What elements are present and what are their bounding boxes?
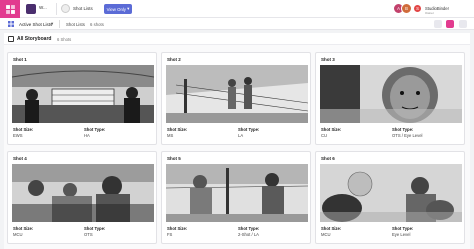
shot-frame-image[interactable] [320, 164, 462, 222]
shot-size-label: Shot Size: [167, 127, 188, 132]
more-icon[interactable] [459, 20, 467, 28]
shot-size-value: EWS [13, 133, 23, 138]
shot-card[interactable]: Shot 2 Shot Size: MS Shot Type: LA [161, 52, 311, 145]
view-only-label: View Only [106, 6, 126, 12]
shot-size-value: CU [321, 133, 328, 138]
app-window: W... Shot Lists View Only ▾ A B S Studio… [0, 0, 474, 249]
shot-card[interactable]: Shot 1 Shot Size: EWS Shot Type: HA [7, 52, 157, 145]
boxer-eye-level-sketch [320, 164, 462, 222]
avatar-initial: B [405, 6, 408, 11]
shot-title: Shot 4 [13, 156, 27, 161]
shot-frame-image[interactable] [12, 65, 154, 123]
boxing-arena-sketch [12, 65, 154, 123]
shot-lists-title[interactable]: Shot Lists [73, 6, 93, 11]
project-name[interactable]: W... [39, 5, 47, 10]
shot-card[interactable]: Shot 3 Shot Size: CU Shot Type: OTS / Ey… [315, 52, 465, 145]
shot-size-value: FS [167, 232, 173, 237]
shot-type-label: Shot Type: [238, 127, 260, 132]
divider [59, 20, 60, 28]
shot-count: 6 shots [90, 21, 104, 27]
avatar-initial: A [397, 6, 400, 11]
shot-size-value: MCU [321, 232, 331, 237]
shot-size-value: MS [167, 133, 174, 138]
shot-size-label: Shot Size: [167, 226, 188, 231]
boxer-closeup-sketch [320, 65, 462, 123]
collaborator-avatar[interactable]: B [401, 3, 412, 14]
chevron-down-icon[interactable]: ▾ [51, 21, 53, 27]
divider [56, 3, 57, 15]
shot-title: Shot 5 [167, 156, 181, 161]
shot-type-label: Shot Type: [392, 226, 414, 231]
settings-icon[interactable] [434, 20, 442, 28]
shot-card[interactable]: Shot 5 Shot Size: FS Shot Type: 2-Shot /… [161, 151, 311, 244]
shot-type-value: OTS / Eye Level [392, 133, 423, 138]
studiobinder-logo[interactable] [0, 0, 20, 18]
shot-type-label: Shot Type: [84, 226, 106, 231]
grid-view-icon[interactable] [8, 21, 14, 27]
shot-size-label: Shot Size: [13, 127, 34, 132]
user-role: Owner [425, 11, 434, 15]
shot-title: Shot 1 [13, 57, 27, 62]
shot-size-label: Shot Size: [321, 226, 342, 231]
shot-size-label: Shot Size: [13, 226, 34, 231]
shot-size-value: MCU [13, 232, 23, 237]
shot-frame-image[interactable] [166, 164, 308, 222]
shot-title: Shot 2 [167, 57, 181, 62]
avatar-initial: S [416, 6, 419, 11]
over-the-shoulder-sketch [12, 164, 154, 222]
shot-type-value: 2-Shot / LA [238, 232, 259, 237]
active-shot-lists-dropdown[interactable]: Active Shot Lists [19, 22, 52, 27]
boxing-ring-low-angle-sketch [166, 65, 308, 123]
shot-type-value: OTS [84, 232, 93, 237]
shot-title: Shot 3 [321, 57, 335, 62]
sub-toolbar: Active Shot Lists ▾ Shot Lists 6 shots [0, 18, 474, 30]
shot-frame-image[interactable] [166, 65, 308, 123]
shot-card[interactable]: Shot 6 Shot Size: MCU Shot Type: Eye Lev… [315, 151, 465, 244]
user-avatar[interactable]: S [413, 4, 422, 13]
chevron-down-icon: ▾ [127, 6, 130, 11]
logo-icon [5, 4, 15, 14]
shot-frame-image[interactable] [320, 65, 462, 123]
shot-type-label: Shot Type: [392, 127, 414, 132]
shot-type-label: Shot Type: [84, 127, 106, 132]
top-bar: W... Shot Lists View Only ▾ A B S Studio… [0, 0, 474, 18]
shot-size-label: Shot Size: [321, 127, 342, 132]
shot-type-value: HA [84, 133, 90, 138]
storyboard-header: All Storyboard 6 Shots [4, 33, 470, 45]
shot-type-value: Eye Level [392, 232, 411, 237]
project-avatar[interactable] [26, 4, 36, 14]
shot-frame-image[interactable] [12, 164, 154, 222]
shot-type-value: LA [238, 133, 244, 138]
storyboard-title: All Storyboard [17, 36, 52, 42]
shot-type-label: Shot Type: [238, 226, 260, 231]
shot-lists-icon[interactable] [61, 4, 70, 13]
storyboard-icon [8, 36, 14, 42]
shot-card[interactable]: Shot 4 Shot Size: MCU Shot Type: OTS [7, 151, 157, 244]
two-shot-low-angle-sketch [166, 164, 308, 222]
shot-lists-tab[interactable]: Shot Lists [66, 22, 85, 27]
shot-title: Shot 6 [321, 156, 335, 161]
view-only-button[interactable]: View Only ▾ [104, 4, 132, 14]
storyboard-count: 6 Shots [57, 36, 72, 42]
storyboard-view-icon[interactable] [446, 20, 454, 28]
storyboard-grid: Shot 1 Shot Size: EWS Shot Type: HA Shot… [4, 45, 470, 249]
